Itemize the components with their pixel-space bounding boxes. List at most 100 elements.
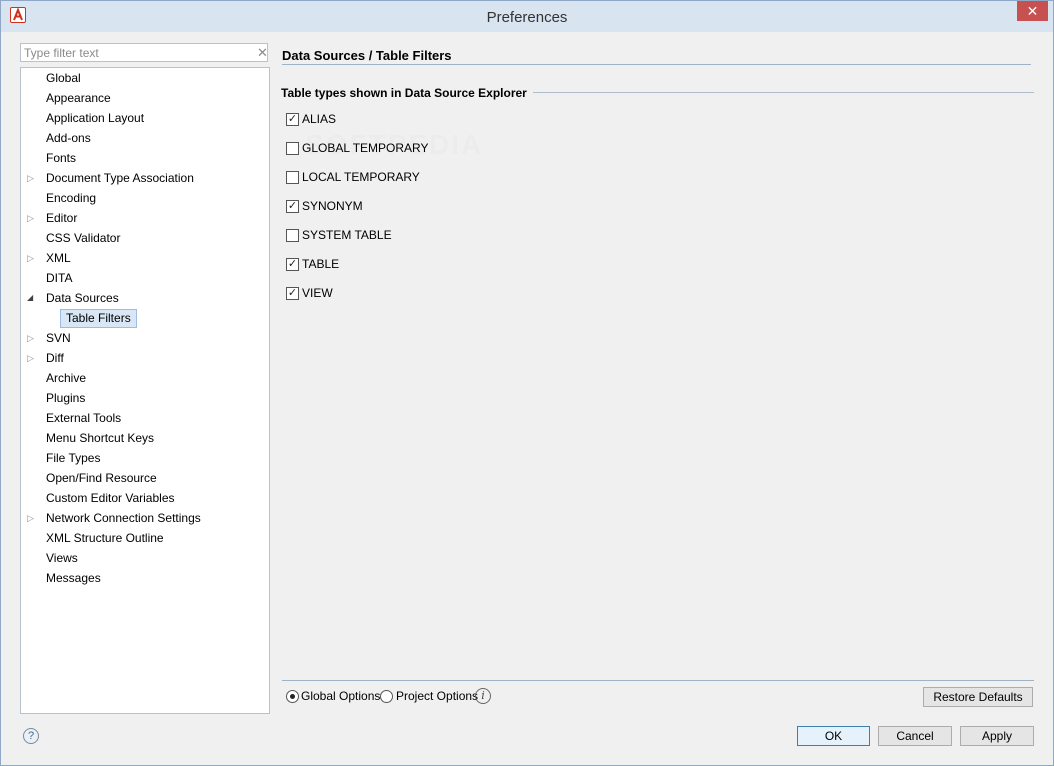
- tree-item-label: DITA: [46, 271, 73, 285]
- tree-item-label: Data Sources: [46, 291, 119, 305]
- tree-item[interactable]: Global: [21, 68, 267, 88]
- tree-item[interactable]: Add-ons: [21, 128, 267, 148]
- tree-item[interactable]: File Types: [21, 448, 267, 468]
- project-options-radio[interactable]: [380, 690, 393, 703]
- tree-item[interactable]: Custom Editor Variables: [21, 488, 267, 508]
- cancel-button[interactable]: Cancel: [878, 726, 952, 746]
- tree-item-label: SVN: [46, 331, 71, 345]
- tree-item[interactable]: Encoding: [21, 188, 267, 208]
- collapsed-arrow-icon[interactable]: ▷: [27, 508, 37, 528]
- tree-item[interactable]: ▷ XML: [21, 248, 267, 268]
- ok-button[interactable]: OK: [797, 726, 870, 746]
- option-label: LOCAL TEMPORARY: [302, 170, 420, 184]
- option-label: SYNONYM: [302, 199, 363, 213]
- tree-item-label: Menu Shortcut Keys: [46, 431, 155, 445]
- tree-item-label: XML: [46, 251, 71, 265]
- table-type-option[interactable]: ✓ ALIAS: [286, 112, 486, 128]
- project-options-label[interactable]: Project Options: [396, 689, 478, 703]
- table-type-option[interactable]: ✓ TABLE: [286, 257, 486, 273]
- preferences-window: Preferences ✕ ✕ Global Appearance Applicat…: [0, 0, 1054, 766]
- tree-item[interactable]: Appearance: [21, 88, 267, 108]
- checkbox-unchecked[interactable]: [286, 171, 299, 184]
- group-label: Table types shown in Data Source Explore…: [281, 86, 533, 100]
- tree-item-label: Editor: [46, 211, 78, 225]
- preferences-tree[interactable]: Global Appearance Application Layout Add-on…: [20, 67, 270, 714]
- table-type-option[interactable]: GLOBAL TEMPORARY: [286, 141, 486, 157]
- collapsed-arrow-icon[interactable]: ▷: [27, 348, 37, 368]
- tree-item-label: Network Connection Settings: [46, 511, 201, 525]
- tree-item[interactable]: Views: [21, 548, 267, 568]
- tree-item-label: Table Filters: [60, 309, 137, 328]
- tree-item[interactable]: ▷ Diff: [21, 348, 267, 368]
- tree-item-label: Add-ons: [46, 131, 91, 145]
- window-title: Preferences: [486, 9, 568, 26]
- help-icon[interactable]: ?: [23, 728, 39, 744]
- tree-item-label: CSS Validator: [46, 231, 121, 245]
- table-type-option[interactable]: ✓ SYNONYM: [286, 199, 486, 215]
- table-type-option[interactable]: SYSTEM TABLE: [286, 228, 486, 244]
- title-bar[interactable]: Preferences ✕: [1, 1, 1053, 32]
- tree-item[interactable]: External Tools: [21, 408, 267, 428]
- tree-item-label: Fonts: [46, 151, 77, 165]
- tree-item[interactable]: ▷ Network Connection Settings: [21, 508, 267, 528]
- checkbox-unchecked[interactable]: [286, 142, 299, 155]
- option-label: GLOBAL TEMPORARY: [302, 141, 429, 155]
- table-type-option[interactable]: LOCAL TEMPORARY: [286, 170, 486, 186]
- checkbox-checked[interactable]: ✓: [286, 287, 299, 300]
- tree-item[interactable]: ◢ Data Sources: [21, 288, 267, 308]
- tree-item[interactable]: ▷ Document Type Association: [21, 168, 267, 188]
- tree-item[interactable]: ▷ Editor: [21, 208, 267, 228]
- tree-item-label: Global: [46, 71, 81, 85]
- collapsed-arrow-icon[interactable]: ▷: [27, 168, 37, 188]
- tree-item-label: Custom Editor Variables: [46, 491, 175, 505]
- tree-item-label: Messages: [46, 571, 101, 585]
- option-label: SYSTEM TABLE: [302, 228, 392, 242]
- tree-item-label: Views: [46, 551, 78, 565]
- checkbox-checked[interactable]: ✓: [286, 258, 299, 271]
- global-options-label[interactable]: Global Options: [301, 689, 380, 703]
- tree-item-label: Plugins: [46, 391, 86, 405]
- close-icon[interactable]: ✕: [1017, 1, 1048, 21]
- radio-selected-dot: [290, 694, 295, 699]
- tree-item[interactable]: Table Filters: [21, 308, 267, 328]
- table-type-option[interactable]: ✓ VIEW: [286, 286, 486, 302]
- tree-item[interactable]: CSS Validator: [21, 228, 267, 248]
- global-options-radio[interactable]: [286, 690, 299, 703]
- checkbox-checked[interactable]: ✓: [286, 113, 299, 126]
- tree-item[interactable]: Open/Find Resource: [21, 468, 267, 488]
- tree-item[interactable]: Plugins: [21, 388, 267, 408]
- tree-item-label: Diff: [46, 351, 64, 365]
- tree-item[interactable]: Menu Shortcut Keys: [21, 428, 267, 448]
- tree-item[interactable]: Messages: [21, 568, 267, 588]
- tree-item-label: Application Layout: [46, 111, 145, 125]
- tree-item[interactable]: ▷ SVN: [21, 328, 267, 348]
- tree-item[interactable]: Fonts: [21, 148, 267, 168]
- tree-item-label: Appearance: [46, 91, 111, 105]
- tree-item[interactable]: Archive: [21, 368, 267, 388]
- expanded-arrow-icon[interactable]: ◢: [27, 288, 37, 308]
- option-label: ALIAS: [302, 112, 337, 126]
- checkbox-unchecked[interactable]: [286, 229, 299, 242]
- info-icon[interactable]: i: [475, 688, 491, 704]
- title-divider: [282, 64, 1031, 65]
- tree-item-label: File Types: [46, 451, 101, 465]
- collapsed-arrow-icon[interactable]: ▷: [27, 328, 37, 348]
- tree-item[interactable]: Application Layout: [21, 108, 267, 128]
- collapsed-arrow-icon[interactable]: ▷: [27, 208, 37, 228]
- tree-item[interactable]: XML Structure Outline: [21, 528, 267, 548]
- checkbox-checked[interactable]: ✓: [286, 200, 299, 213]
- filter-box: ✕: [20, 43, 268, 62]
- tree-item-label: Document Type Association: [46, 171, 194, 185]
- tree-item[interactable]: DITA: [21, 268, 267, 288]
- clear-filter-icon[interactable]: ✕: [257, 46, 269, 60]
- filter-input[interactable]: [22, 45, 251, 60]
- tree-item-label: XML Structure Outline: [46, 531, 164, 545]
- tree-item-label: External Tools: [46, 411, 122, 425]
- page-title: Data Sources / Table Filters: [282, 48, 452, 63]
- apply-button[interactable]: Apply: [960, 726, 1034, 746]
- collapsed-arrow-icon[interactable]: ▷: [27, 248, 37, 268]
- option-label: TABLE: [302, 257, 340, 271]
- restore-defaults-button[interactable]: Restore Defaults: [923, 687, 1033, 707]
- tree-item-label: Open/Find Resource: [46, 471, 157, 485]
- option-label: VIEW: [302, 286, 333, 300]
